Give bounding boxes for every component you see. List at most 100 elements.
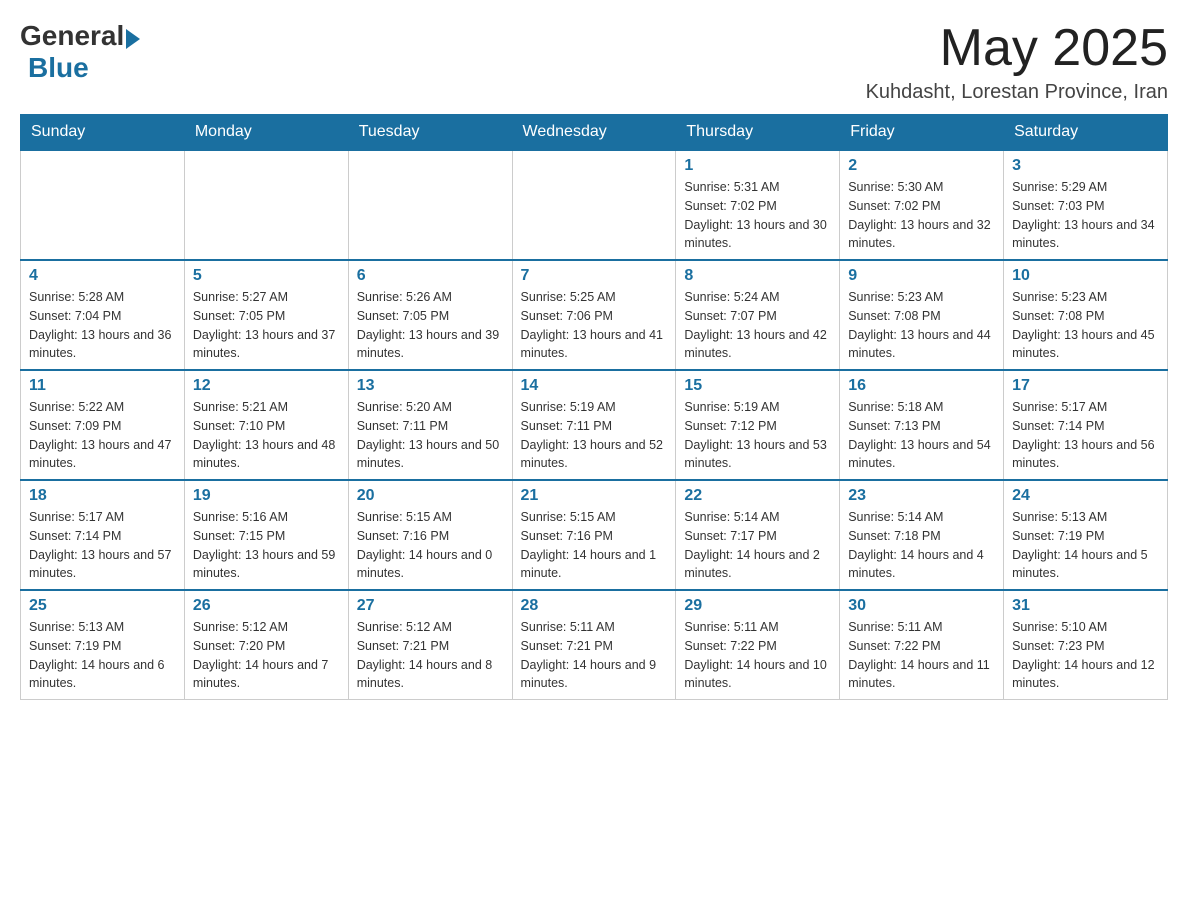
day-info: Sunrise: 5:11 AM Sunset: 7:22 PM Dayligh…: [684, 618, 831, 693]
calendar-day-cell: 6Sunrise: 5:26 AM Sunset: 7:05 PM Daylig…: [348, 260, 512, 370]
day-info: Sunrise: 5:31 AM Sunset: 7:02 PM Dayligh…: [684, 178, 831, 253]
day-number: 11: [29, 377, 176, 395]
day-number: 7: [521, 267, 668, 285]
calendar-table: SundayMondayTuesdayWednesdayThursdayFrid…: [20, 114, 1168, 700]
day-number: 9: [848, 267, 995, 285]
calendar-day-cell: 21 Sunrise: 5:15 AM Sunset: 7:16 PM Dayli…: [512, 480, 676, 590]
calendar-day-cell: 20 Sunrise: 5:15 AM Sunset: 7:16 PM Dayli…: [348, 480, 512, 590]
calendar-day-header: Wednesday: [512, 115, 676, 151]
day-info: Sunrise: 5:10 AM Sunset: 7:23 PM Dayligh…: [1012, 618, 1159, 693]
day-info: Sunrise: 5:11 AM Sunset: 7:21 PM Dayligh…: [521, 618, 668, 693]
calendar-day-header: Thursday: [676, 115, 840, 151]
day-info: Sunrise: 5:21 AM Sunset: 7:10 PM Dayligh…: [193, 398, 340, 473]
logo-arrow-icon: [126, 29, 140, 49]
day-number: 4: [29, 267, 176, 285]
day-info: Sunrise: 5:11 AM Sunset: 7:22 PM Dayligh…: [848, 618, 995, 693]
day-info: Sunrise: 5:12 AM Sunset: 7:20 PM Dayligh…: [193, 618, 340, 693]
calendar-day-cell: 18Sunrise: 5:17 AM Sunset: 7:14 PM Dayli…: [21, 480, 185, 590]
day-info: Sunrise: 5:19 AM Sunset: 7:12 PM Dayligh…: [684, 398, 831, 473]
location-subtitle: Kuhdasht, Lorestan Province, Iran: [866, 81, 1168, 104]
day-number: 22: [684, 487, 831, 505]
day-info: Sunrise: 5:17 AM Sunset: 7:14 PM Dayligh…: [29, 508, 176, 583]
day-info: Sunrise: 5:28 AM Sunset: 7:04 PM Dayligh…: [29, 288, 176, 363]
calendar-week-row: 11 Sunrise: 5:22 AM Sunset: 7:09 PM Dayli…: [21, 370, 1168, 480]
calendar-day-cell: 22 Sunrise: 5:14 AM Sunset: 7:17 PM Dayli…: [676, 480, 840, 590]
day-number: 30: [848, 597, 995, 615]
calendar-day-cell: 13 Sunrise: 5:20 AM Sunset: 7:11 PM Dayli…: [348, 370, 512, 480]
calendar-day-cell: 1 Sunrise: 5:31 AM Sunset: 7:02 PM Daylig…: [676, 150, 840, 260]
calendar-day-cell: 12 Sunrise: 5:21 AM Sunset: 7:10 PM Dayli…: [184, 370, 348, 480]
calendar-day-cell: [348, 150, 512, 260]
day-info: Sunrise: 5:24 AM Sunset: 7:07 PM Dayligh…: [684, 288, 831, 363]
calendar-day-cell: 2 Sunrise: 5:30 AM Sunset: 7:02 PM Daylig…: [840, 150, 1004, 260]
calendar-day-header: Sunday: [21, 115, 185, 151]
page-header: General Blue May 2025 Kuhdasht, Lorestan…: [20, 20, 1168, 104]
month-title: May 2025: [866, 20, 1168, 77]
calendar-day-cell: 25 Sunrise: 5:13 AM Sunset: 7:19 PM Dayli…: [21, 590, 185, 700]
calendar-day-header: Tuesday: [348, 115, 512, 151]
calendar-header-row: SundayMondayTuesdayWednesdayThursdayFrid…: [21, 115, 1168, 151]
day-info: Sunrise: 5:15 AM Sunset: 7:16 PM Dayligh…: [521, 508, 668, 583]
calendar-day-header: Monday: [184, 115, 348, 151]
calendar-day-cell: 26 Sunrise: 5:12 AM Sunset: 7:20 PM Dayli…: [184, 590, 348, 700]
calendar-day-cell: 7 Sunrise: 5:25 AM Sunset: 7:06 PM Daylig…: [512, 260, 676, 370]
logo-blue-text: Blue: [28, 52, 89, 83]
calendar-week-row: 1 Sunrise: 5:31 AM Sunset: 7:02 PM Daylig…: [21, 150, 1168, 260]
calendar-day-cell: 14 Sunrise: 5:19 AM Sunset: 7:11 PM Dayli…: [512, 370, 676, 480]
day-number: 20: [357, 487, 504, 505]
day-number: 26: [193, 597, 340, 615]
calendar-day-cell: 27 Sunrise: 5:12 AM Sunset: 7:21 PM Dayli…: [348, 590, 512, 700]
calendar-day-cell: 28Sunrise: 5:11 AM Sunset: 7:21 PM Dayli…: [512, 590, 676, 700]
calendar-day-cell: 19Sunrise: 5:16 AM Sunset: 7:15 PM Dayli…: [184, 480, 348, 590]
day-info: Sunrise: 5:29 AM Sunset: 7:03 PM Dayligh…: [1012, 178, 1159, 253]
calendar-day-cell: 24 Sunrise: 5:13 AM Sunset: 7:19 PM Dayli…: [1004, 480, 1168, 590]
day-number: 10: [1012, 267, 1159, 285]
day-number: 31: [1012, 597, 1159, 615]
calendar-day-cell: [21, 150, 185, 260]
calendar-day-cell: 5Sunrise: 5:27 AM Sunset: 7:05 PM Daylig…: [184, 260, 348, 370]
day-info: Sunrise: 5:20 AM Sunset: 7:11 PM Dayligh…: [357, 398, 504, 473]
day-number: 17: [1012, 377, 1159, 395]
calendar-day-cell: 4 Sunrise: 5:28 AM Sunset: 7:04 PM Daylig…: [21, 260, 185, 370]
day-number: 8: [684, 267, 831, 285]
day-info: Sunrise: 5:22 AM Sunset: 7:09 PM Dayligh…: [29, 398, 176, 473]
calendar-day-cell: 11 Sunrise: 5:22 AM Sunset: 7:09 PM Dayli…: [21, 370, 185, 480]
day-number: 6: [357, 267, 504, 285]
calendar-day-cell: 17Sunrise: 5:17 AM Sunset: 7:14 PM Dayli…: [1004, 370, 1168, 480]
day-number: 25: [29, 597, 176, 615]
title-area: May 2025 Kuhdasht, Lorestan Province, Ir…: [866, 20, 1168, 104]
calendar-day-cell: 16 Sunrise: 5:18 AM Sunset: 7:13 PM Dayli…: [840, 370, 1004, 480]
day-number: 14: [521, 377, 668, 395]
day-info: Sunrise: 5:18 AM Sunset: 7:13 PM Dayligh…: [848, 398, 995, 473]
day-info: Sunrise: 5:13 AM Sunset: 7:19 PM Dayligh…: [1012, 508, 1159, 583]
calendar-day-cell: 31 Sunrise: 5:10 AM Sunset: 7:23 PM Dayli…: [1004, 590, 1168, 700]
day-info: Sunrise: 5:30 AM Sunset: 7:02 PM Dayligh…: [848, 178, 995, 253]
day-number: 1: [684, 157, 831, 175]
day-number: 16: [848, 377, 995, 395]
day-info: Sunrise: 5:14 AM Sunset: 7:17 PM Dayligh…: [684, 508, 831, 583]
calendar-day-cell: 9Sunrise: 5:23 AM Sunset: 7:08 PM Daylig…: [840, 260, 1004, 370]
day-number: 21: [521, 487, 668, 505]
day-info: Sunrise: 5:12 AM Sunset: 7:21 PM Dayligh…: [357, 618, 504, 693]
calendar-week-row: 18Sunrise: 5:17 AM Sunset: 7:14 PM Dayli…: [21, 480, 1168, 590]
calendar-day-cell: [512, 150, 676, 260]
day-number: 12: [193, 377, 340, 395]
day-number: 15: [684, 377, 831, 395]
day-number: 29: [684, 597, 831, 615]
calendar-day-cell: 29 Sunrise: 5:11 AM Sunset: 7:22 PM Dayli…: [676, 590, 840, 700]
calendar-day-cell: 23Sunrise: 5:14 AM Sunset: 7:18 PM Dayli…: [840, 480, 1004, 590]
day-number: 13: [357, 377, 504, 395]
calendar-day-header: Friday: [840, 115, 1004, 151]
day-number: 2: [848, 157, 995, 175]
day-info: Sunrise: 5:25 AM Sunset: 7:06 PM Dayligh…: [521, 288, 668, 363]
day-info: Sunrise: 5:15 AM Sunset: 7:16 PM Dayligh…: [357, 508, 504, 583]
logo-general-text: General: [20, 20, 124, 52]
calendar-day-cell: 15 Sunrise: 5:19 AM Sunset: 7:12 PM Dayli…: [676, 370, 840, 480]
day-number: 27: [357, 597, 504, 615]
day-number: 24: [1012, 487, 1159, 505]
day-info: Sunrise: 5:19 AM Sunset: 7:11 PM Dayligh…: [521, 398, 668, 473]
calendar-day-cell: 8 Sunrise: 5:24 AM Sunset: 7:07 PM Daylig…: [676, 260, 840, 370]
day-info: Sunrise: 5:14 AM Sunset: 7:18 PM Dayligh…: [848, 508, 995, 583]
day-info: Sunrise: 5:13 AM Sunset: 7:19 PM Dayligh…: [29, 618, 176, 693]
day-number: 3: [1012, 157, 1159, 175]
